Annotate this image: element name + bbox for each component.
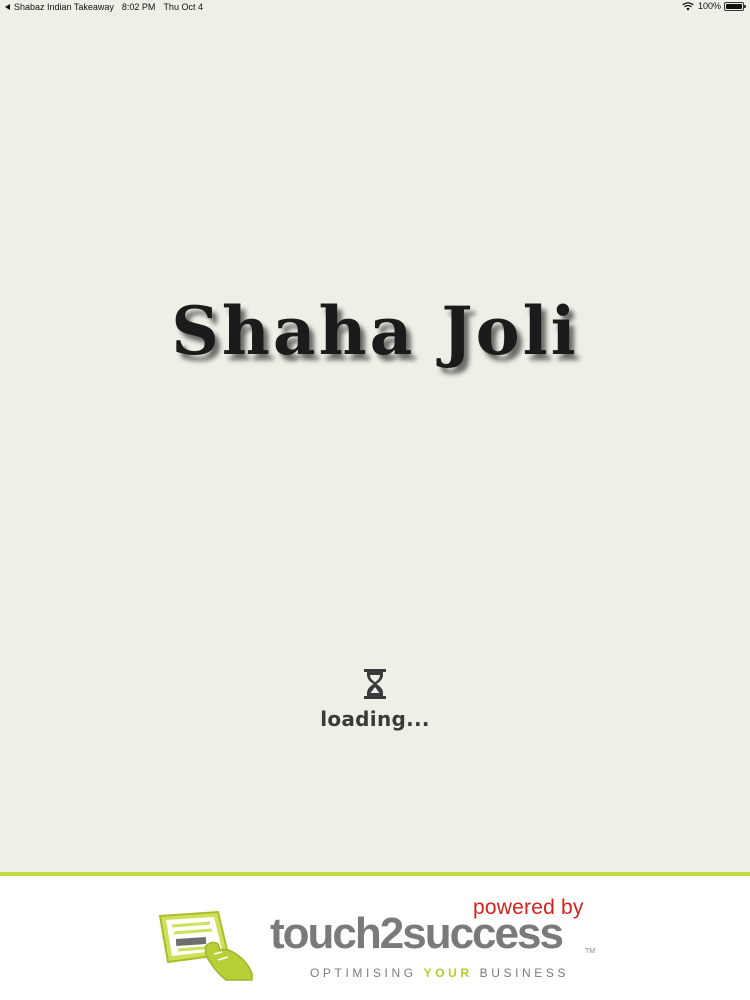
wifi-icon	[682, 1, 694, 10]
restaurant-name: Shaha Joli	[171, 292, 579, 370]
footer-branding: powered by touch2success TM OPTIMISING Y…	[0, 872, 750, 1000]
battery-icon	[724, 1, 746, 11]
status-time: 8:02 PM	[121, 2, 156, 12]
loading-text: loading...	[320, 707, 430, 731]
battery-percent: 100%	[697, 1, 721, 11]
status-bar-left: Shabaz Indian Takeaway 8:02 PM Thu Oct 4	[5, 2, 203, 12]
back-arrow-icon[interactable]	[5, 4, 10, 10]
status-bar-right: 100%	[682, 1, 746, 11]
brand-name: touch2success	[270, 909, 564, 958]
trademark-label: TM	[585, 948, 596, 955]
loading-indicator: loading...	[0, 668, 750, 731]
tagline: OPTIMISING YOUR BUSINESS	[310, 966, 569, 980]
tagline-highlight: YOUR	[423, 966, 473, 980]
hourglass-icon	[364, 669, 386, 699]
status-bar: Shabaz Indian Takeaway 8:02 PM Thu Oct 4…	[0, 0, 750, 16]
back-to-app-link[interactable]: Shabaz Indian Takeaway	[14, 2, 114, 12]
tagline-end: BUSINESS	[479, 966, 570, 980]
touch2success-logo-icon	[158, 910, 253, 981]
status-date: Thu Oct 4	[163, 2, 203, 12]
tagline-start: OPTIMISING	[310, 966, 417, 980]
